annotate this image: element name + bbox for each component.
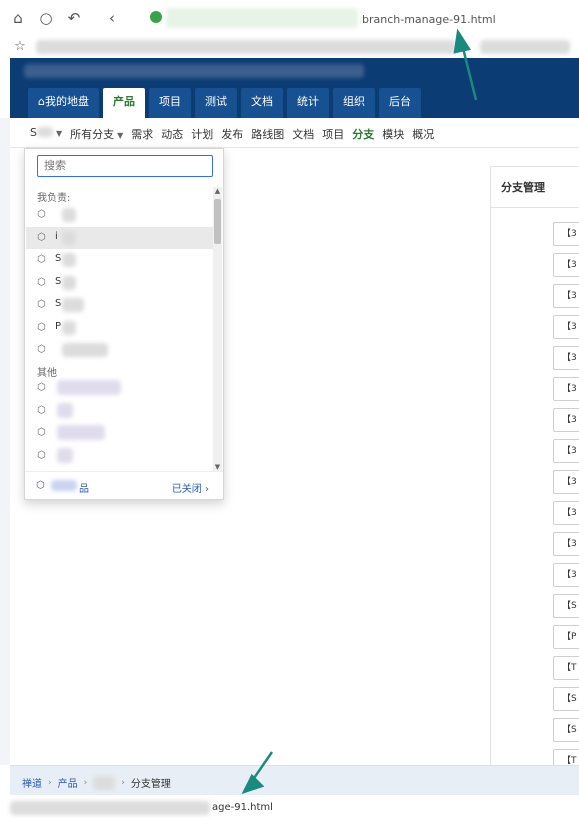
annotation-arrows — [241, 28, 478, 795]
annotation-arrow — [453, 28, 478, 101]
annotation-arrow — [241, 751, 274, 795]
